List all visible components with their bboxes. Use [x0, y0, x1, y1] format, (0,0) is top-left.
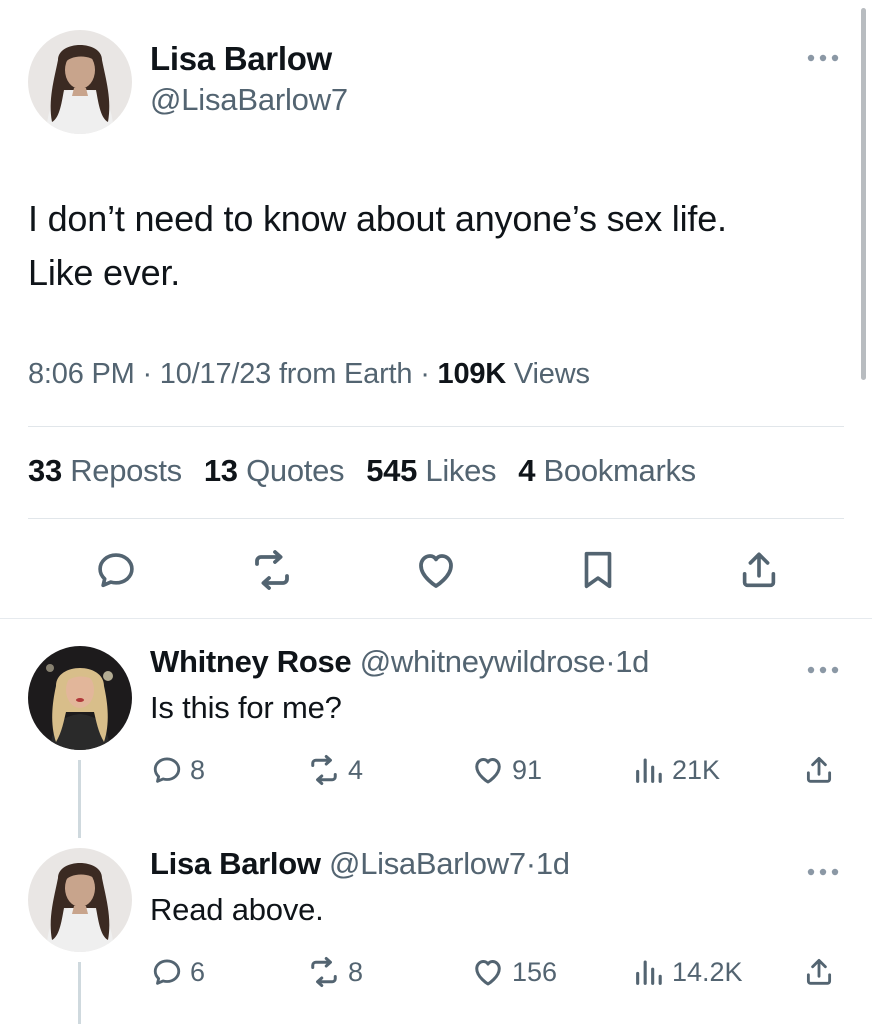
reply-count: 6 — [190, 956, 206, 987]
views-count: 14.2K — [672, 956, 743, 987]
reply-icon — [153, 959, 181, 985]
avatar-photo-whitney — [28, 646, 132, 750]
reply-author-handle[interactable]: @LisaBarlow7 — [329, 846, 526, 881]
bookmarks-stat[interactable]: 4 Bookmarks — [518, 453, 696, 488]
avatar[interactable] — [28, 848, 132, 952]
views-chart-icon — [636, 758, 662, 783]
thread-line — [78, 962, 81, 1024]
like-button[interactable]: 91 — [470, 748, 542, 792]
share-icon — [806, 756, 832, 783]
tweet-text-line: Like ever. — [28, 252, 181, 293]
tweet-metadata: 8:06 PM · 10/17/23 from Earth · 109K Vie… — [28, 358, 590, 391]
engagement-stats: 33 Reposts 13 Quotes 545 Likes 4 Bookmarks — [28, 453, 696, 489]
separator-dot: · — [605, 644, 616, 679]
reply-author-name[interactable]: Whitney Rose — [150, 644, 352, 679]
reply-author-name[interactable]: Lisa Barlow — [150, 846, 321, 881]
bookmarks-count: 4 — [518, 453, 536, 488]
reply-time[interactable]: 1d — [615, 644, 649, 679]
reply-header: Lisa Barlow @LisaBarlow7·1d — [150, 846, 570, 882]
reply-count: 8 — [190, 754, 206, 785]
heart-icon — [475, 960, 501, 986]
author-name[interactable]: Lisa Barlow — [150, 40, 332, 78]
reposts-stat[interactable]: 33 Reposts — [28, 453, 182, 488]
reposts-label: Reposts — [70, 453, 182, 488]
heart-icon — [419, 554, 453, 588]
bookmark-icon — [584, 551, 612, 589]
share-button[interactable] — [735, 546, 783, 594]
views-button[interactable]: 14.2K — [632, 950, 743, 994]
separator-dot: · — [142, 358, 152, 390]
reply-author-handle[interactable]: @whitneywildrose — [360, 644, 606, 679]
reply-time[interactable]: 1d — [536, 846, 570, 881]
avatar-photo-lisa — [28, 30, 132, 134]
tweet-action-bar — [0, 540, 872, 602]
repost-button[interactable] — [248, 546, 296, 594]
divider — [28, 518, 844, 519]
repost-button[interactable]: 8 — [306, 950, 363, 994]
likes-count: 545 — [366, 453, 418, 488]
share-icon — [742, 552, 776, 588]
more-options-button[interactable] — [806, 858, 840, 882]
repost-icon — [311, 957, 337, 987]
repost-icon — [255, 550, 289, 590]
share-icon — [806, 958, 832, 985]
likes-stat[interactable]: 545 Likes — [366, 453, 496, 488]
reply-icon — [98, 553, 134, 588]
repost-count: 8 — [348, 956, 364, 987]
more-horizontal-icon — [807, 54, 839, 62]
likes-label: Likes — [425, 453, 497, 488]
tweet-text: I don’t need to know about anyone’s sex … — [28, 192, 848, 300]
tweet-date[interactable]: 10/17/23 — [160, 358, 271, 390]
quotes-stat[interactable]: 13 Quotes — [203, 453, 345, 488]
avatar[interactable] — [28, 30, 132, 134]
like-count: 156 — [512, 956, 558, 987]
reposts-count: 33 — [28, 453, 62, 488]
reply-icon — [153, 757, 181, 783]
views-count: 21K — [672, 754, 721, 785]
like-count: 91 — [512, 754, 543, 785]
repost-count: 4 — [348, 754, 364, 785]
thread-line — [78, 760, 81, 838]
repost-icon — [311, 755, 337, 785]
reply-button[interactable]: 8 — [150, 748, 205, 792]
reply-text: Is this for me? — [150, 690, 342, 725]
tweet-text-line: I don’t need to know about anyone’s sex … — [28, 198, 727, 239]
divider — [0, 618, 872, 619]
more-options-button[interactable] — [806, 44, 840, 68]
quotes-count: 13 — [203, 453, 238, 488]
views-button[interactable]: 21K — [632, 748, 720, 792]
reply-button[interactable]: 6 — [150, 950, 205, 994]
repost-button[interactable]: 4 — [306, 748, 363, 792]
tweet-time[interactable]: 8:06 PM — [28, 358, 135, 390]
views-chart-icon — [636, 960, 662, 985]
separator-dot: · — [525, 846, 536, 881]
bookmark-button[interactable] — [574, 546, 622, 594]
like-button[interactable]: 156 — [470, 950, 557, 994]
reply-action-bar: 6 8 156 14.2K — [150, 950, 850, 994]
heart-icon — [475, 758, 501, 784]
author-handle[interactable]: @LisaBarlow7 — [150, 82, 348, 118]
more-options-button[interactable] — [806, 656, 840, 680]
more-horizontal-icon — [807, 868, 839, 876]
reply-text: Read above. — [150, 892, 324, 927]
more-horizontal-icon — [807, 666, 839, 674]
share-button[interactable] — [802, 748, 836, 792]
like-button[interactable] — [412, 546, 460, 594]
separator-dot: · — [420, 358, 430, 390]
views-label: Views — [513, 358, 590, 390]
quotes-label: Quotes — [246, 453, 345, 488]
tweet-source: from Earth — [278, 358, 413, 390]
scrollbar[interactable] — [861, 8, 866, 380]
divider — [28, 426, 844, 427]
reply-button[interactable] — [92, 546, 140, 594]
reply-header: Whitney Rose @whitneywildrose·1d — [150, 644, 649, 680]
views-count: 109K — [437, 358, 507, 390]
bookmarks-label: Bookmarks — [543, 453, 697, 488]
reply-action-bar: 8 4 91 21K — [150, 748, 850, 792]
share-button[interactable] — [802, 950, 836, 994]
avatar-photo-lisa — [28, 848, 132, 952]
avatar[interactable] — [28, 646, 132, 750]
